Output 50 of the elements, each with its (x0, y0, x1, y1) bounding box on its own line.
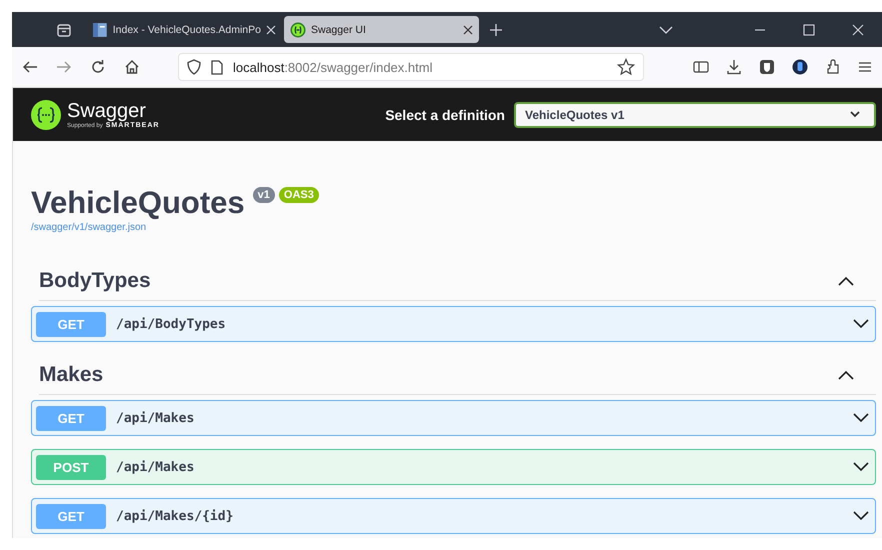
browser-tab[interactable]: Index - VehicleQuotes.AdminPo (86, 16, 282, 43)
method-badge: GET (36, 312, 106, 336)
method-badge: POST (36, 454, 106, 480)
extension-avatar-icon[interactable] (792, 59, 808, 75)
operation-row[interactable]: GET /api/BodyTypes (31, 306, 876, 342)
chevron-down-icon (850, 111, 860, 118)
chevron-up-icon[interactable] (838, 276, 854, 286)
api-title: VehicleQuotes (31, 185, 245, 221)
back-arrow-icon[interactable] (22, 60, 38, 74)
new-tab-icon[interactable] (489, 22, 503, 36)
definition-select[interactable]: VehicleQuotes v1 (514, 102, 876, 128)
section-title[interactable]: Makes (39, 362, 104, 386)
chevron-down-icon (853, 319, 869, 329)
method-badge: GET (36, 504, 106, 528)
page-icon (211, 60, 223, 74)
document-favicon-icon (92, 22, 108, 38)
chevron-up-icon[interactable] (838, 370, 854, 380)
close-icon[interactable] (463, 24, 473, 34)
tab-list-icon[interactable] (56, 22, 72, 38)
chevron-down-icon (853, 413, 869, 423)
logo-wordmark: Swagger (67, 100, 147, 122)
forward-arrow-icon[interactable] (56, 60, 72, 74)
chevron-down-icon (853, 511, 869, 521)
endpoint-path: /api/BodyTypes (116, 316, 226, 332)
reload-icon[interactable] (90, 59, 106, 75)
shield-icon (187, 59, 201, 75)
section-title[interactable]: BodyTypes (39, 268, 151, 292)
menu-icon[interactable] (858, 61, 872, 73)
swagger-favicon-icon (290, 22, 306, 38)
chevron-down-icon[interactable] (659, 26, 673, 34)
spec-badge: OAS3 (278, 187, 319, 203)
shield-extension-icon[interactable] (759, 59, 775, 75)
swagger-logo-icon (31, 100, 61, 130)
address-field[interactable]: localhost:8002/swagger/index.html (178, 53, 644, 81)
definition-label: Select a definition (385, 106, 505, 122)
maximize-icon[interactable] (803, 24, 815, 36)
extensions-icon[interactable] (825, 59, 841, 75)
version-badge: v1 (252, 187, 275, 203)
endpoint-path: /api/Makes (116, 410, 194, 426)
star-icon[interactable] (617, 58, 635, 76)
reader-view-icon[interactable] (693, 60, 709, 74)
operation-row[interactable]: GET /api/Makes/{id} (31, 498, 876, 534)
download-icon[interactable] (726, 59, 742, 75)
home-icon[interactable] (124, 59, 140, 75)
method-badge: GET (36, 406, 106, 430)
browser-tab[interactable]: Swagger UI (284, 16, 479, 43)
endpoint-path: /api/Makes (116, 460, 194, 474)
endpoint-path: /api/Makes/{id} (116, 508, 234, 524)
operation-row[interactable]: GET /api/Makes (31, 400, 876, 436)
chevron-down-icon (853, 462, 869, 472)
